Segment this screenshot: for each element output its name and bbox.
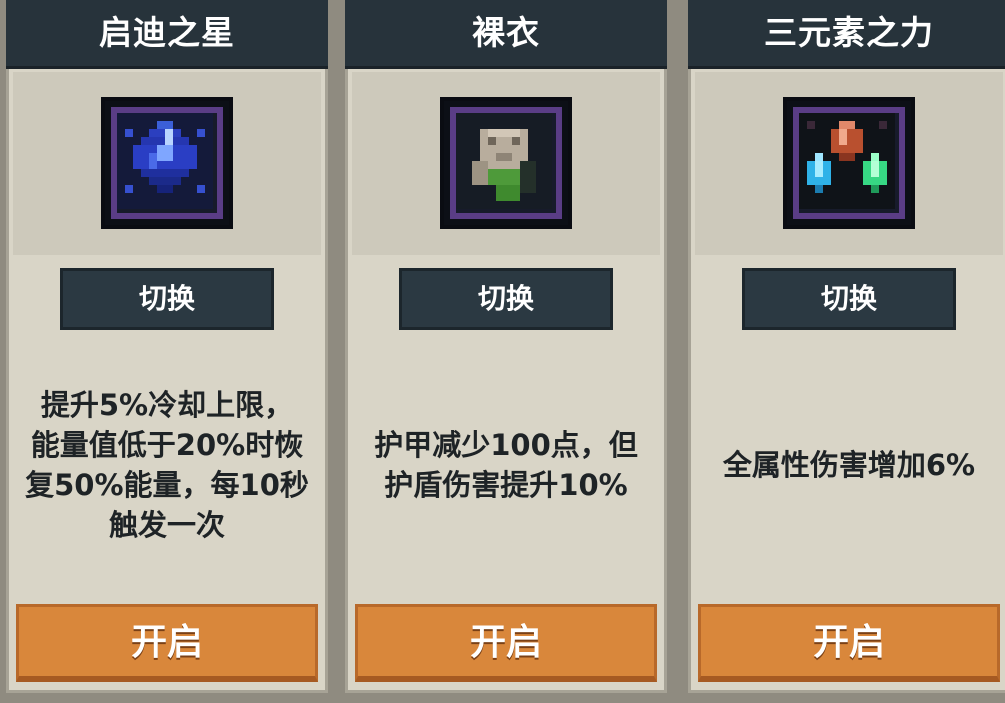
open-button[interactable]: 开启: [355, 604, 657, 682]
talent-description: 全属性伤害增加6%: [722, 448, 976, 482]
blue-star-crystal-icon: [101, 97, 233, 229]
talent-selection-screen: 启迪之星 切换 提升5%冷却上限， 能量值低于20%时恢 复50%能量，每10秒…: [0, 0, 1005, 703]
talent-card-qidi-star: 启迪之星 切换 提升5%冷却上限， 能量值低于20%时恢 复50%能量，每10秒…: [6, 0, 328, 693]
talent-card-bare-clothes: 裸衣 切换 护甲减少100点，但 护盾伤害提升10% 开启: [345, 0, 667, 693]
icon-panel: [695, 72, 1003, 255]
card-title: 启迪之星: [6, 0, 328, 69]
talent-card-three-elements: 三元素之力 切换 全属性伤害增加6% 开启: [688, 0, 1005, 693]
icon-panel: [352, 72, 660, 255]
open-button[interactable]: 开启: [698, 604, 1000, 682]
three-elements-crystals-icon: [783, 97, 915, 229]
switch-button[interactable]: 切换: [742, 268, 956, 330]
open-button[interactable]: 开启: [16, 604, 318, 682]
card-title: 裸衣: [345, 0, 667, 69]
switch-button[interactable]: 切换: [399, 268, 613, 330]
bare-clothes-figure-icon: [440, 97, 572, 229]
card-title: 三元素之力: [688, 0, 1005, 69]
talent-description: 护甲减少100点，但 护盾伤害提升10%: [374, 428, 638, 502]
icon-panel: [13, 72, 321, 255]
switch-button[interactable]: 切换: [60, 268, 274, 330]
talent-description: 提升5%冷却上限， 能量值低于20%时恢 复50%能量，每10秒 触发一次: [25, 388, 309, 542]
